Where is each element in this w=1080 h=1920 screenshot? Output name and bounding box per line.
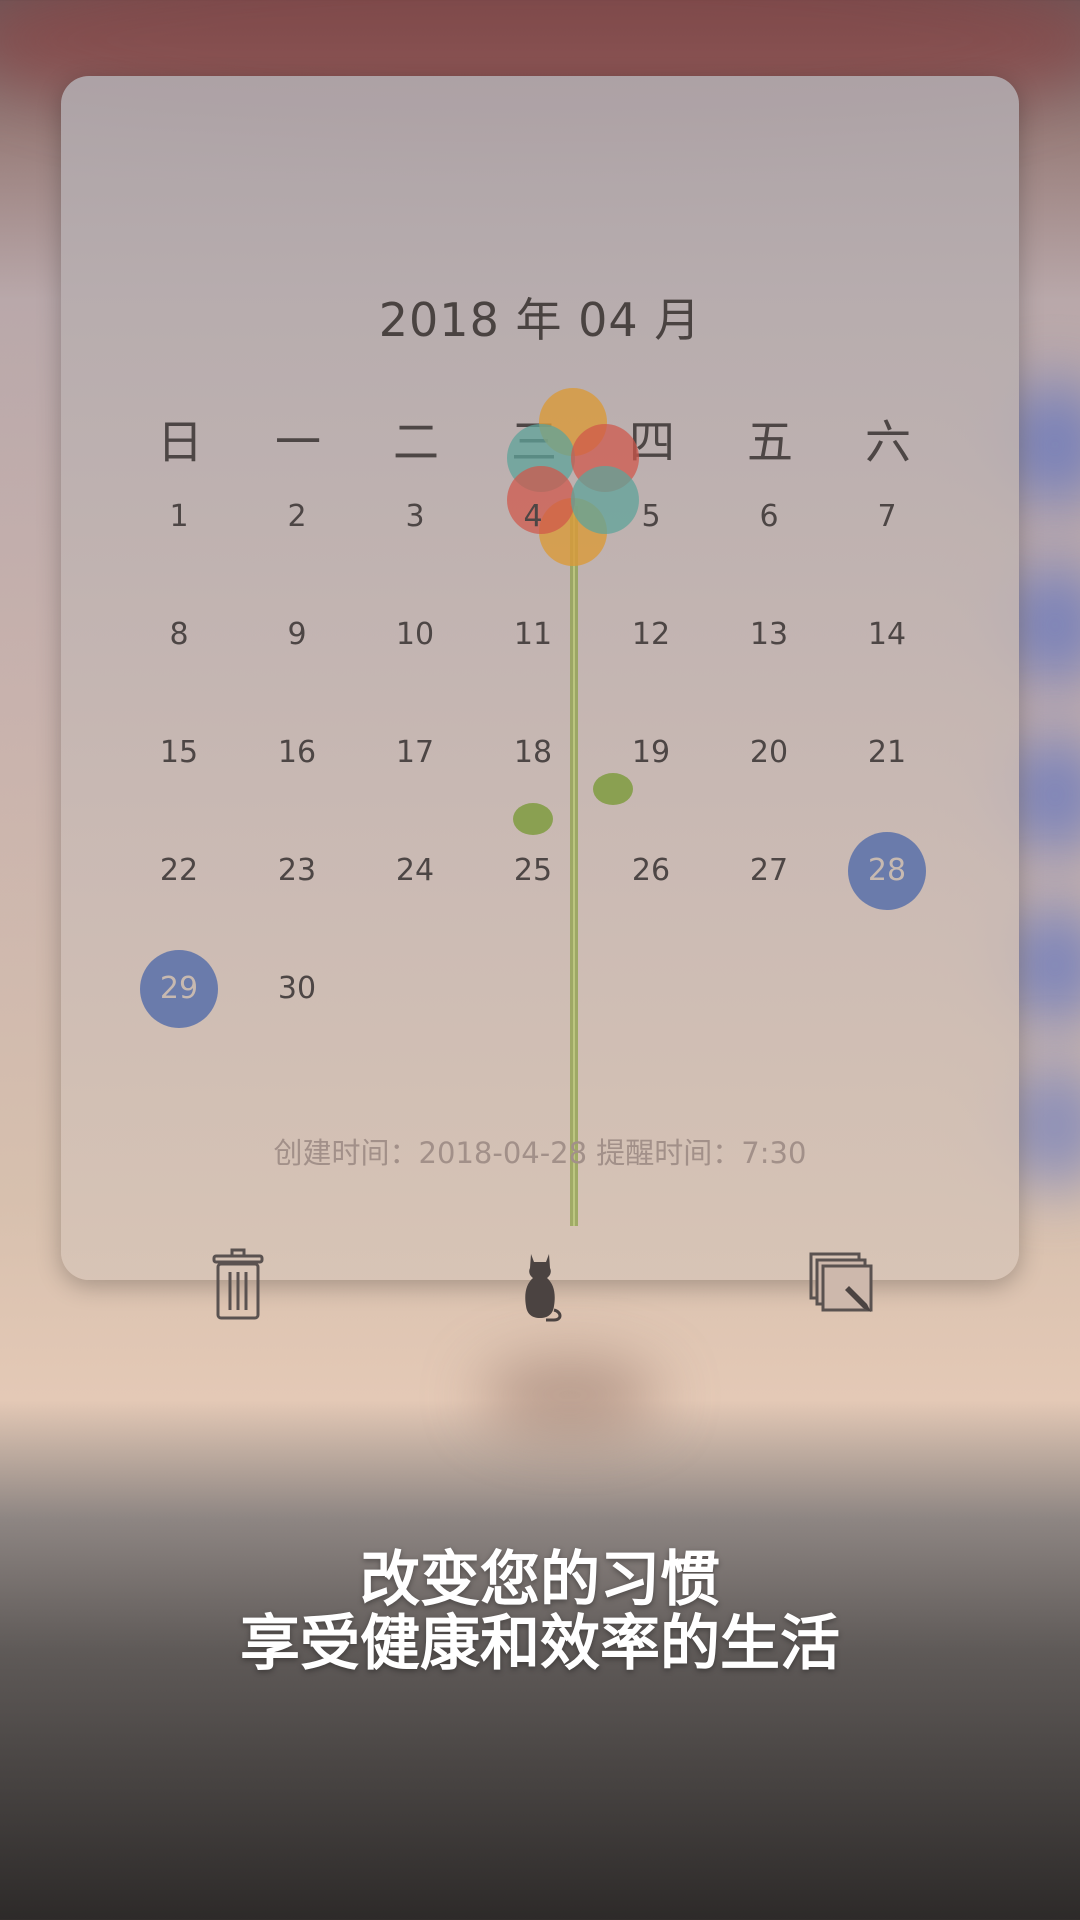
day-cell[interactable]: 9 [258,596,336,674]
day-cell[interactable]: 16 [258,714,336,792]
day-cell[interactable]: 21 [848,714,926,792]
notes-edit-icon [809,1252,873,1312]
trash-icon [212,1248,264,1320]
day-cell[interactable]: 11 [494,596,572,674]
day-cell[interactable]: 18 [494,714,572,792]
day-cell[interactable]: 23 [258,832,336,910]
delete-button[interactable] [198,1244,278,1324]
day-cell[interactable]: 26 [612,832,690,910]
day-cell[interactable]: 19 [612,714,690,792]
day-cell[interactable]: 1 [140,478,218,556]
reminder-info: 创建时间：2018-04-28 提醒时间：7:30 [273,1136,807,1170]
calendar-grid: 1 2 3 4 5 6 7 8 9 10 11 12 13 14 15 16 1… [61,76,1019,1280]
day-cell[interactable]: 8 [140,596,218,674]
day-cell[interactable]: 30 [258,950,336,1028]
background-blur-mid [480,1360,660,1430]
cat-button[interactable] [500,1244,580,1324]
day-cell[interactable]: 5 [612,478,690,556]
day-cell-selected[interactable]: 28 [848,832,926,910]
day-cell[interactable]: 20 [730,714,808,792]
day-cell[interactable]: 3 [376,478,454,556]
day-cell[interactable]: 15 [140,714,218,792]
day-cell[interactable]: 12 [612,596,690,674]
day-cell[interactable]: 6 [730,478,808,556]
day-cell[interactable]: 14 [848,596,926,674]
day-cell[interactable]: 7 [848,478,926,556]
tagline-line-1: 改变您的习惯 [360,1545,720,1615]
day-cell[interactable]: 27 [730,832,808,910]
tagline-line-2: 享受健康和效率的生活 [240,1609,840,1679]
edit-notes-button[interactable] [805,1244,885,1324]
day-cell[interactable]: 4 [494,478,572,556]
calendar-card: 2018 年 04 月 日 一 二 三 四 五 六 1 2 3 4 5 6 7 … [61,76,1019,1322]
cat-icon [525,1254,562,1322]
day-cell-selected[interactable]: 29 [140,950,218,1028]
day-cell[interactable]: 13 [730,596,808,674]
day-cell[interactable]: 25 [494,832,572,910]
day-cell[interactable]: 10 [376,596,454,674]
day-cell[interactable]: 2 [258,478,336,556]
day-cell[interactable]: 17 [376,714,454,792]
day-cell[interactable]: 24 [376,832,454,910]
day-cell[interactable]: 22 [140,832,218,910]
